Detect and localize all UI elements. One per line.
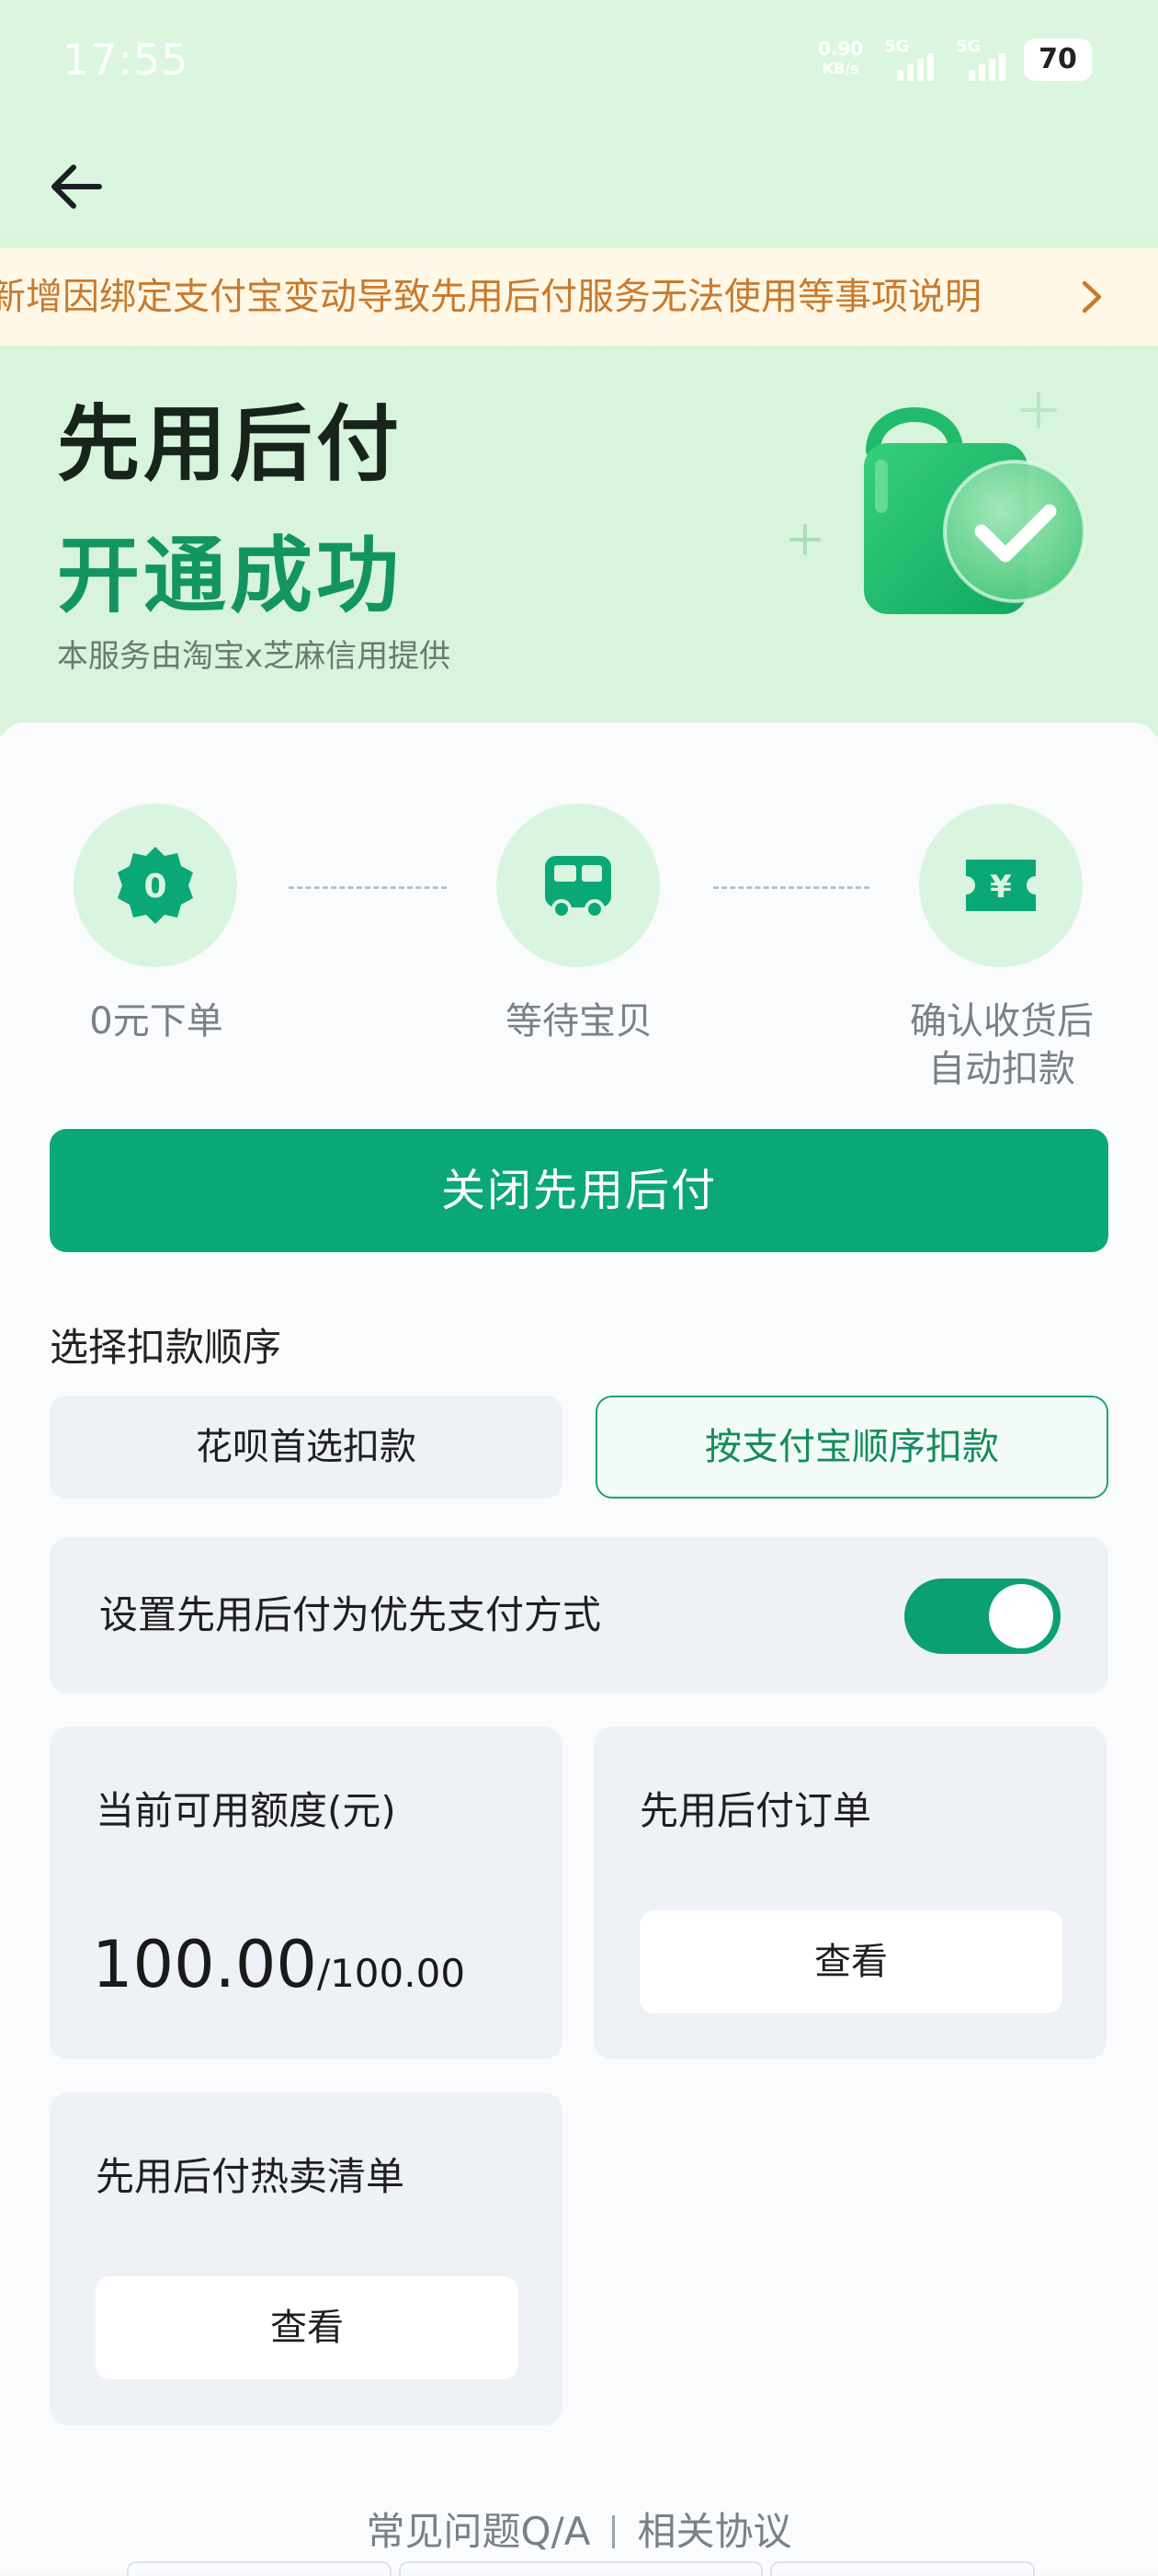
option-huabei-first[interactable]: 花呗首选扣款 xyxy=(50,1396,562,1499)
notice-banner[interactable]: 新增因绑定支付宝变动导致先用后付服务无法使用等事项说明 xyxy=(0,248,1158,346)
view-orders-button[interactable]: 查看 xyxy=(640,1910,1062,2013)
success-title: 开通成功 xyxy=(57,528,403,624)
hot-list-tile: 先用后付热卖清单 查看 xyxy=(50,2092,562,2425)
agreements-link[interactable]: 相关协议 xyxy=(637,2509,791,2554)
chevron-right-icon xyxy=(1082,280,1102,313)
network-speed-unit: KB/s xyxy=(822,60,859,77)
step-3-label-line1: 确认收货后 xyxy=(910,1000,1094,1043)
signal-sim2-icon: 5G xyxy=(956,37,1020,81)
option-alipay-order[interactable]: 按支付宝顺序扣款 xyxy=(596,1396,1108,1499)
delivery-truck-icon xyxy=(545,856,611,919)
step-1-label: 0元下单 xyxy=(89,1000,223,1043)
quota-title: 当前可用额度(元) xyxy=(96,1788,396,1833)
signal-sim1-icon: 5G xyxy=(884,37,948,81)
step-connector-1 xyxy=(289,886,447,889)
back-button[interactable] xyxy=(46,154,110,219)
deduction-order-label: 选择扣款顺序 xyxy=(50,1325,282,1370)
quota-tile: 当前可用额度(元) 100.00/100.00 xyxy=(50,1727,562,2059)
zero-badge-text: 0 xyxy=(143,868,166,906)
step-connector-2 xyxy=(713,886,869,889)
priority-payment-label: 设置先用后付为优先支付方式 xyxy=(99,1592,602,1637)
orders-title: 先用后付订单 xyxy=(640,1788,872,1833)
quota-available: 100.00 xyxy=(92,1927,317,2002)
status-bar: 17:55 0.90 KB/s 5G 5G 70 xyxy=(0,0,1158,120)
step-3-label: 确认收货后 自动扣款 xyxy=(873,997,1130,1093)
priority-payment-toggle[interactable] xyxy=(904,1579,1061,1654)
network-speed-value: 0.90 xyxy=(818,38,864,60)
footer-tab-outlines xyxy=(127,2561,1035,2576)
back-arrow-icon xyxy=(51,165,102,209)
step-3-label-line2: 自动扣款 xyxy=(928,1048,1075,1090)
battery-level: 70 xyxy=(1024,39,1092,81)
yuan-ticket-text: ¥ xyxy=(990,869,1012,906)
status-time: 17:55 xyxy=(62,35,189,85)
orders-tile: 先用后付订单 查看 xyxy=(594,1727,1107,2059)
zero-badge-icon: 0 xyxy=(118,847,193,924)
quota-value: 100.00/100.00 xyxy=(92,1927,465,2002)
faq-link[interactable]: 常见问题Q/A xyxy=(367,2509,591,2554)
step-2-label: 等待宝贝 xyxy=(505,1000,653,1043)
notice-text: 新增因绑定支付宝变动导致先用后付服务无法使用等事项说明 xyxy=(0,276,982,318)
priority-payment-setting: 设置先用后付为优先支付方式 xyxy=(50,1537,1108,1693)
hot-list-title: 先用后付热卖清单 xyxy=(96,2154,405,2199)
quota-total: /100.00 xyxy=(316,1951,466,1996)
yuan-ticket-icon: ¥ xyxy=(966,860,1036,911)
toggle-knob xyxy=(989,1584,1053,1648)
step-1-circle: 0 xyxy=(74,804,237,967)
close-pay-later-button[interactable]: 关闭先用后付 xyxy=(50,1129,1108,1252)
page-title: 先用后付 xyxy=(57,396,403,493)
shopping-bag-check-icon xyxy=(789,392,1086,614)
step-2-circle xyxy=(496,804,660,967)
footer-links: 常见问题Q/A 相关协议 xyxy=(0,2501,1158,2557)
provider-note: 本服务由淘宝x芝麻信用提供 xyxy=(57,638,451,675)
network-speed: 0.90 KB/s xyxy=(818,39,863,79)
view-hot-list-button[interactable]: 查看 xyxy=(96,2276,518,2379)
step-3-circle: ¥ xyxy=(919,804,1083,967)
footer-divider xyxy=(612,2515,616,2548)
